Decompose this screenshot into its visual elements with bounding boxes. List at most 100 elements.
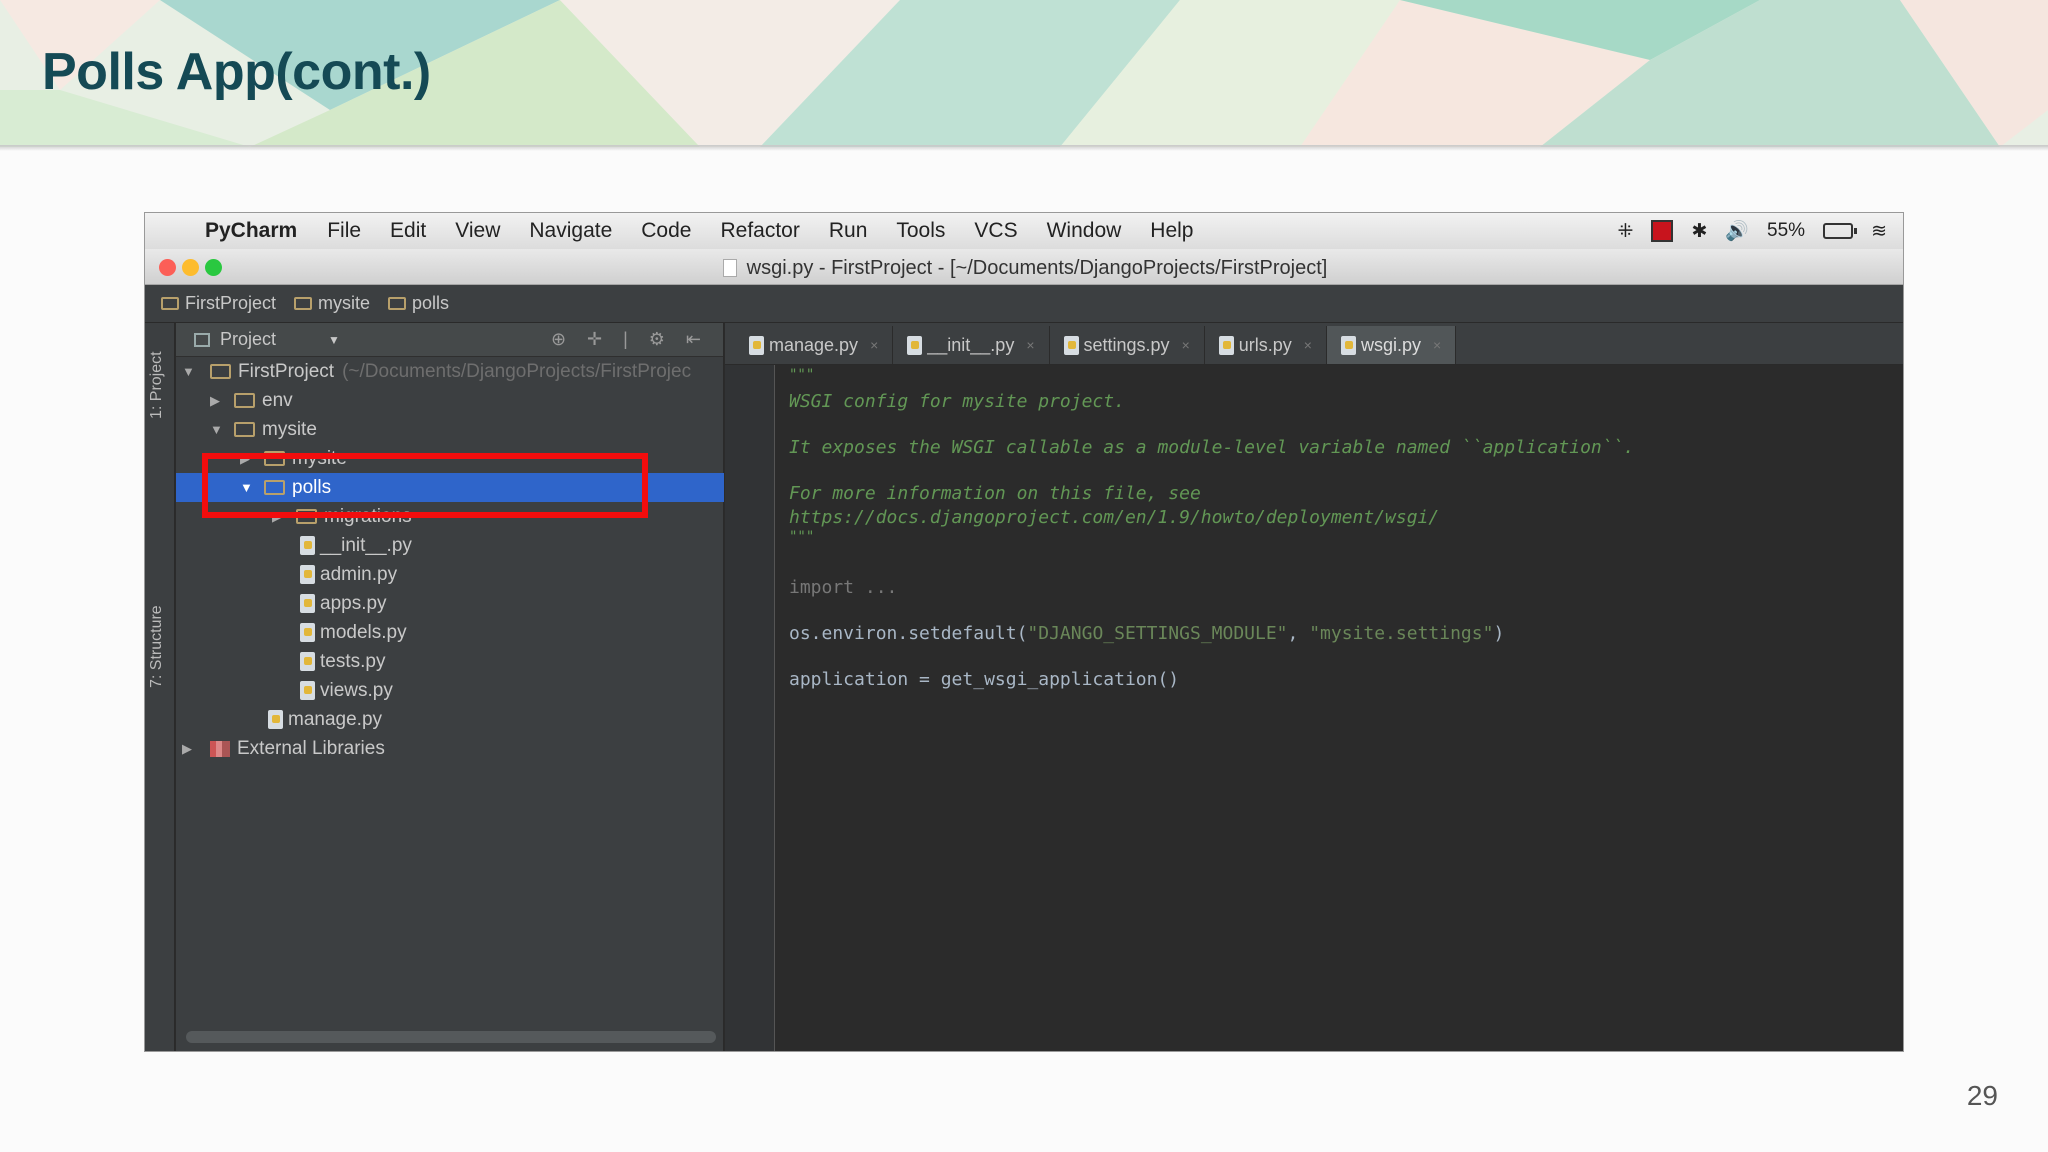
tab-settings-py[interactable]: settings.py × [1050, 326, 1205, 364]
menu-run[interactable]: Run [829, 219, 868, 243]
document-icon [722, 259, 737, 277]
close-icon[interactable]: × [870, 337, 878, 353]
breadcrumb-item[interactable]: FirstProject [161, 293, 276, 314]
tree-item-label: env [262, 389, 293, 411]
battery-icon[interactable] [1823, 223, 1858, 239]
bluetooth-icon[interactable]: ✱ [1691, 220, 1707, 243]
highlight-box [202, 453, 648, 518]
tab-init-py[interactable]: __init__.py × [893, 326, 1050, 364]
python-file-icon [300, 594, 315, 613]
tree-item-label: __init__.py [320, 534, 412, 556]
project-panel-header: Project ▼ ⊕ ✛ | ⚙ ⇤ [176, 323, 723, 357]
tree-item-mysite[interactable]: ▼ mysite [176, 415, 724, 444]
folder-icon [294, 297, 313, 310]
close-icon[interactable]: × [1026, 337, 1034, 353]
tree-item-label: models.py [320, 621, 407, 643]
window-title-text: wsgi.py - FirstProject - [~/Documents/Dj… [746, 257, 1328, 279]
tree-item-file[interactable]: admin.py [176, 560, 724, 589]
tool-window-strip: 1: Project 7: Structure [145, 323, 175, 1051]
tree-item-root[interactable]: ▼ FirstProject (~/Documents/DjangoProjects… [176, 357, 724, 386]
folder-icon [234, 393, 255, 408]
folder-icon [234, 422, 255, 437]
pycharm-screenshot: PyCharm File Edit View Navigate Code Ref… [144, 212, 1904, 1052]
expand-arrow-icon[interactable]: ▶ [210, 393, 226, 409]
tab-label: manage.py [769, 334, 859, 355]
code-line: """ [789, 529, 815, 545]
python-file-icon [268, 710, 283, 729]
banner-shadow [0, 145, 2048, 151]
menu-navigate[interactable]: Navigate [529, 219, 612, 243]
menu-tools[interactable]: Tools [896, 219, 945, 243]
project-view-selector[interactable]: Project [220, 329, 276, 350]
code-string: "DJANGO_SETTINGS_MODULE" [1027, 623, 1288, 644]
python-file-icon [300, 652, 315, 671]
tree-item-label: tests.py [320, 650, 386, 672]
code-line: It exposes the WSGI callable as a module… [789, 437, 1635, 458]
python-file-icon [907, 335, 923, 355]
menu-file[interactable]: File [327, 219, 361, 243]
tree-item-file[interactable]: apps.py [176, 589, 724, 618]
breadcrumb-label: mysite [318, 293, 371, 313]
tree-item-file[interactable]: manage.py [176, 705, 724, 734]
volume-icon[interactable]: 🔊 [1725, 219, 1749, 243]
close-icon[interactable]: × [1433, 337, 1441, 353]
python-file-icon [1063, 335, 1079, 355]
mac-menubar: PyCharm File Edit View Navigate Code Ref… [145, 213, 1903, 249]
menu-app-name[interactable]: PyCharm [205, 219, 297, 243]
tree-item-env[interactable]: ▶ env [176, 386, 724, 415]
project-panel: Project ▼ ⊕ ✛ | ⚙ ⇤ ▼ FirstProject (~/Docu… [176, 323, 724, 1051]
python-file-icon [300, 565, 315, 584]
menu-view[interactable]: View [455, 219, 500, 243]
python-file-icon [300, 536, 315, 555]
horizontal-scrollbar[interactable] [186, 1031, 716, 1043]
breadcrumb-item[interactable]: polls [388, 293, 449, 314]
code-line: """ [789, 367, 815, 383]
code-token: , [1287, 623, 1310, 644]
tree-item-file[interactable]: models.py [176, 618, 724, 647]
folder-icon [161, 297, 179, 310]
chevron-down-icon[interactable]: ▼ [328, 333, 340, 347]
tree-item-external-libraries[interactable]: ▶ External Libraries [176, 734, 724, 763]
menu-refactor[interactable]: Refactor [720, 219, 799, 243]
tab-wsgi-py[interactable]: wsgi.py × [1326, 326, 1457, 364]
code-editor[interactable]: """ WSGI config for mysite project. It e… [789, 365, 1889, 1051]
page-number: 29 [1966, 1080, 1998, 1111]
breadcrumb-item[interactable]: mysite [294, 293, 370, 314]
folder-icon [388, 297, 407, 310]
record-icon[interactable] [1651, 220, 1674, 242]
panel-toolbar-icons[interactable]: ⊕ ✛ | ⚙ ⇤ [551, 329, 709, 350]
tree-item-label: External Libraries [237, 737, 385, 759]
menubar-status: ⁜ ✱ 🔊 55% ≋ [1618, 213, 1887, 249]
structure-tool-tab[interactable]: 7: Structure [148, 605, 166, 688]
tree-item-file[interactable]: tests.py [176, 647, 724, 676]
tree-item-label: FirstProject [238, 360, 335, 382]
tab-urls-py[interactable]: urls.py × [1205, 326, 1327, 364]
expand-arrow-icon[interactable]: ▶ [182, 741, 198, 757]
python-file-icon [1218, 335, 1234, 355]
tab-label: __init__.py [927, 334, 1015, 355]
wifi-icon[interactable]: ≋ [1871, 220, 1887, 243]
menu-help[interactable]: Help [1150, 219, 1193, 243]
sync-icon[interactable]: ⁜ [1618, 220, 1634, 243]
menu-vcs[interactable]: VCS [974, 219, 1017, 243]
project-view-icon [194, 332, 210, 347]
menu-edit[interactable]: Edit [390, 219, 426, 243]
tree-item-file[interactable]: views.py [176, 676, 724, 705]
tree-item-label: mysite [262, 418, 317, 440]
breadcrumb: FirstProject mysite polls [145, 285, 1903, 323]
slide-title: Polls App(cont.) [42, 43, 431, 101]
tree-item-label: manage.py [288, 708, 383, 730]
tree-item-file[interactable]: __init__.py [176, 531, 724, 560]
close-icon[interactable]: × [1182, 337, 1190, 353]
editor-tabs: manage.py × __init__.py × settings.py × url… [725, 323, 1903, 365]
tree-item-path-hint: (~/Documents/DjangoProjects/FirstProjec [342, 360, 692, 382]
tab-manage-py[interactable]: manage.py × [735, 326, 894, 364]
expand-arrow-icon[interactable]: ▼ [182, 364, 198, 379]
menu-code[interactable]: Code [641, 219, 691, 243]
close-icon[interactable]: × [1304, 337, 1312, 353]
python-file-icon [300, 623, 315, 642]
menu-window[interactable]: Window [1047, 219, 1122, 243]
breadcrumb-label: polls [412, 293, 450, 313]
project-tool-tab[interactable]: 1: Project [148, 351, 166, 419]
expand-arrow-icon[interactable]: ▼ [210, 422, 226, 437]
